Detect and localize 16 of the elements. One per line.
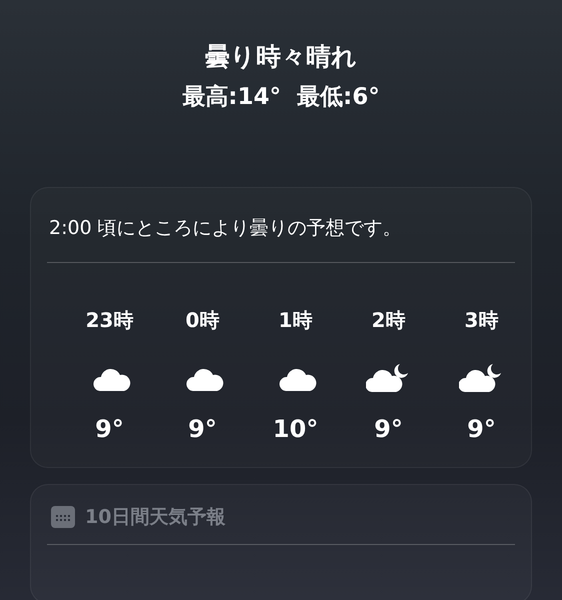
- hour-label: 2時: [372, 307, 406, 334]
- hour-temperature: 10°: [272, 414, 318, 445]
- calendar-icon: [51, 506, 75, 528]
- forecast-title: 10日間天気予報: [85, 505, 226, 530]
- forecast-message: 2:00 頃にところにより曇りの予想です。: [48, 216, 403, 240]
- hour-temperature: 9°: [374, 414, 403, 445]
- hour-label: 23時: [86, 307, 134, 334]
- hour-temperature: 9°: [95, 414, 124, 445]
- hour-label: 0時: [186, 307, 220, 334]
- low-temperature: 最低:6°: [297, 83, 380, 112]
- weather-condition: 曇り時々晴れ: [204, 42, 358, 72]
- high-temperature: 最高:14°: [182, 83, 281, 112]
- hour-temperature: 9°: [467, 414, 496, 445]
- hour-label: 1時: [278, 307, 312, 334]
- hour-label: 3時: [464, 307, 498, 334]
- hour-temperature: 9°: [188, 414, 217, 445]
